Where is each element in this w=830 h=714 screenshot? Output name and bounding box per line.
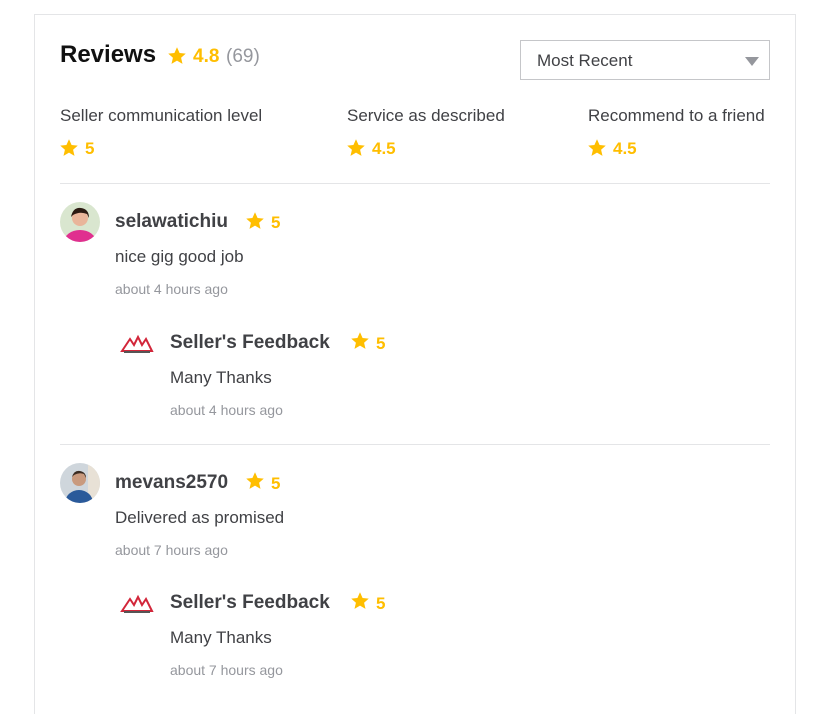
star-icon bbox=[245, 211, 265, 231]
star-icon bbox=[167, 46, 187, 66]
seller-feedback-title: Seller's Feedback bbox=[170, 592, 330, 613]
divider bbox=[60, 444, 770, 445]
overall-rating: 4.8 bbox=[193, 46, 220, 67]
avatar[interactable] bbox=[60, 463, 100, 503]
divider bbox=[60, 183, 770, 184]
category-label-described: Service as described bbox=[347, 106, 505, 125]
seller-feedback-time: about 7 hours ago bbox=[170, 662, 283, 678]
review-comment: nice gig good job bbox=[115, 247, 244, 266]
sort-select[interactable]: Most Recent bbox=[520, 40, 770, 80]
seller-feedback-comment: Many Thanks bbox=[170, 628, 272, 647]
category-label-communication: Seller communication level bbox=[60, 106, 263, 125]
chevron-down-icon bbox=[745, 57, 759, 66]
star-icon bbox=[245, 471, 265, 491]
seller-logo bbox=[118, 331, 158, 357]
star-icon bbox=[346, 138, 366, 158]
seller-feedback-rating: 5 bbox=[376, 594, 386, 613]
seller-feedback-rating: 5 bbox=[376, 334, 386, 353]
seller-logo bbox=[118, 591, 158, 617]
reviews-title: Reviews bbox=[60, 41, 157, 68]
category-value-communication: 5 bbox=[85, 139, 95, 158]
review-rating: 5 bbox=[271, 474, 281, 493]
review-rating: 5 bbox=[271, 213, 281, 232]
category-value-described: 4.5 bbox=[372, 139, 396, 158]
review-time: about 7 hours ago bbox=[115, 542, 228, 558]
avatar[interactable] bbox=[60, 202, 100, 242]
review-comment: Delivered as promised bbox=[115, 508, 285, 527]
star-icon bbox=[59, 138, 79, 158]
review-username[interactable]: selawatichiu bbox=[115, 211, 228, 233]
seller-feedback-comment: Many Thanks bbox=[170, 368, 272, 387]
seller-feedback-time: about 4 hours ago bbox=[170, 402, 283, 418]
star-icon bbox=[587, 138, 607, 158]
review-count: (69) bbox=[226, 46, 260, 67]
category-value-recommend: 4.5 bbox=[613, 139, 637, 158]
star-icon bbox=[350, 331, 370, 351]
review-username[interactable]: mevans2570 bbox=[115, 472, 228, 494]
review-time: about 4 hours ago bbox=[115, 281, 228, 297]
category-label-recommend: Recommend to a friend bbox=[588, 106, 765, 125]
sort-selected-value: Most Recent bbox=[537, 51, 633, 70]
star-icon bbox=[350, 591, 370, 611]
seller-feedback-title: Seller's Feedback bbox=[170, 332, 330, 353]
